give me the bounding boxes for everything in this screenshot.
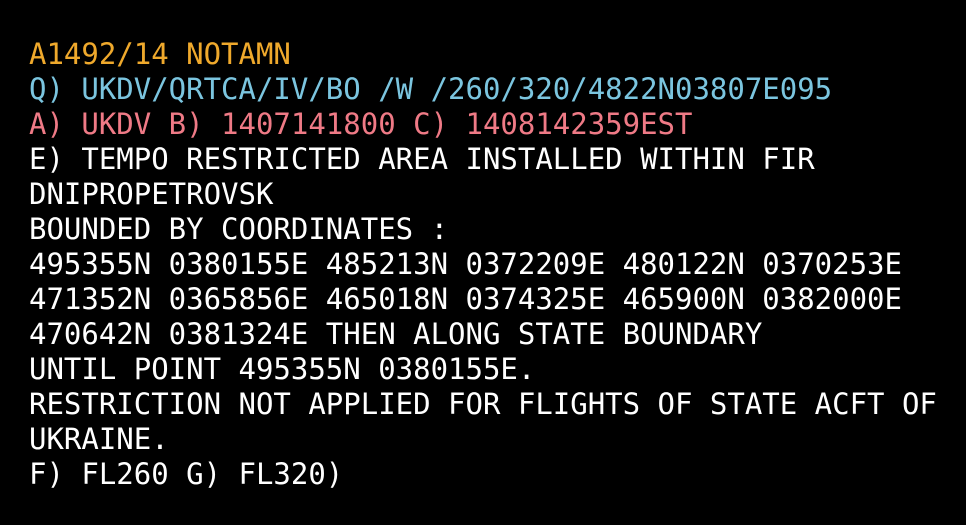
notam-coordinate-row-4: UNTIL POINT 495355N 0380155E. — [29, 352, 536, 386]
notam-e-line-4: RESTRICTION NOT APPLIED FOR FLIGHTS OF S… — [29, 387, 937, 421]
notam-id-line: A1492/14 NOTAMN — [29, 37, 291, 71]
notam-e-line-3: BOUNDED BY COORDINATES : — [29, 212, 449, 246]
notam-coordinate-row-3: 470642N 0381324E THEN ALONG STATE BOUNDA… — [29, 317, 763, 351]
notam-coordinate-row-1: 495355N 0380155E 485213N 0372209E 480122… — [29, 247, 902, 281]
notam-text-viewer: A1492/14 NOTAMN Q) UKDV/QRTCA/IV/BO /W /… — [0, 0, 966, 525]
notam-ab-line: A) UKDV B) 1407141800 C) 1408142359EST — [29, 107, 693, 141]
notam-fg-line: F) FL260 G) FL320) — [29, 457, 344, 491]
notam-e-line-2: DNIPROPETROVSK — [29, 177, 274, 211]
notam-coordinate-row-2: 471352N 0365856E 465018N 0374325E 465900… — [29, 282, 902, 316]
notam-e-line-5: UKRAINE. — [29, 422, 169, 456]
notam-q-line: Q) UKDV/QRTCA/IV/BO /W /260/320/4822N038… — [29, 72, 833, 106]
notam-e-line-1: E) TEMPO RESTRICTED AREA INSTALLED WITHI… — [29, 142, 815, 176]
